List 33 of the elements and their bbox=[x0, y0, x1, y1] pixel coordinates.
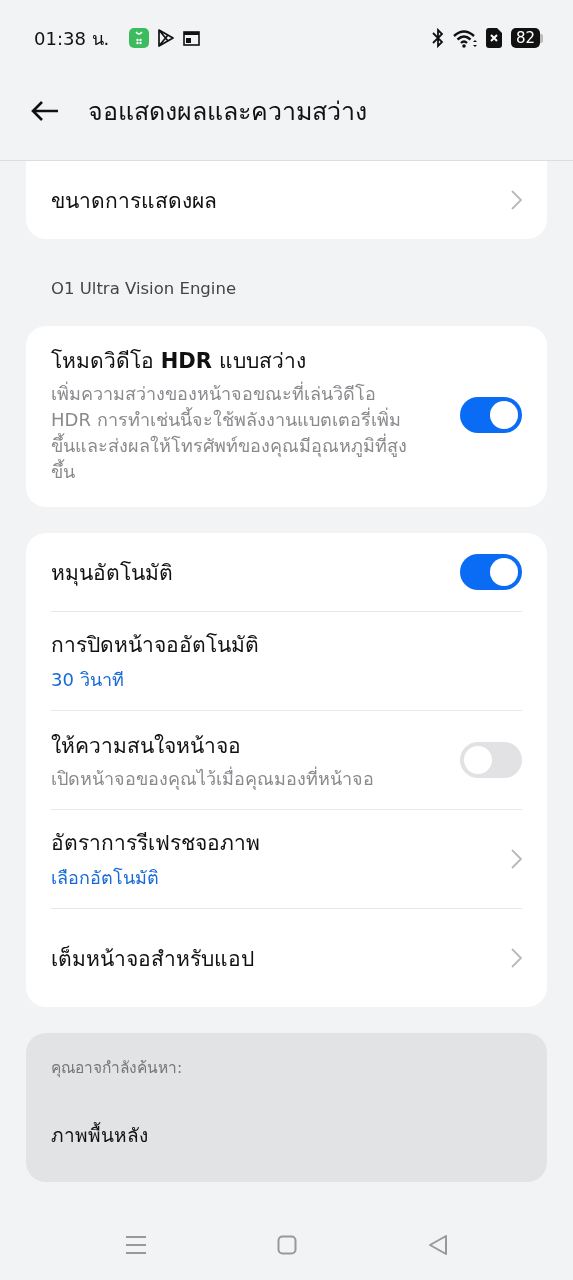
setting-description: เพิ่มความสว่างของหน้าจอขณะที่เล่นวิดีโอ HDR การทำเช่นนี้จะใช้พลังงานแบตเตอรี่เพิ่มขึ้นและส่งผลให้โทรศัพท์ของคุณมีอุณหภูมิที่สูงขึ้น bbox=[51, 381, 408, 485]
toggle-switch[interactable] bbox=[460, 742, 522, 779]
setting-title[interactable]: หมุนอัตโนมัติ bbox=[51, 555, 442, 589]
suggestions-heading: คุณอาจกำลังค้นหา: bbox=[51, 1058, 184, 1080]
menu-icon[interactable] bbox=[125, 1235, 148, 1255]
play-store-icon bbox=[157, 29, 176, 47]
battery-icon: 82 bbox=[510, 28, 543, 48]
toggle-switch[interactable] bbox=[460, 396, 522, 433]
page-title: จอแสดงผลและความสว่าง bbox=[88, 95, 367, 128]
setting-description: เปิดหน้าจอของคุณไว้เมื่อคุณมองที่หน้าจอ bbox=[51, 765, 375, 792]
chevron-right-icon bbox=[511, 948, 522, 969]
setting-title[interactable]: เต็มหน้าจอสำหรับแอป bbox=[51, 941, 493, 975]
shopping-bag-icon bbox=[129, 28, 150, 48]
setting-title[interactable]: การปิดหน้าจออัตโนมัติ bbox=[51, 628, 522, 662]
calendar-icon bbox=[183, 30, 201, 46]
setting-value: เลือกอัตโนมัติ bbox=[51, 866, 160, 891]
suggestion-item[interactable]: ภาพพื้นหลัง bbox=[51, 1080, 522, 1165]
bluetooth-icon bbox=[431, 28, 444, 48]
wifi-icon bbox=[452, 28, 477, 48]
back-button[interactable] bbox=[30, 99, 60, 122]
setting-title[interactable]: ให้ความสนใจหน้าจอ bbox=[51, 728, 442, 762]
setting-value: 30 วินาที bbox=[51, 668, 125, 693]
setting-title[interactable]: อัตราการรีเฟรชจอภาพ bbox=[51, 826, 493, 860]
clock-time: 01:38 น. bbox=[34, 26, 110, 51]
no-sim-icon bbox=[485, 28, 502, 48]
toggle-switch[interactable] bbox=[460, 554, 522, 591]
chevron-right-icon bbox=[511, 849, 522, 870]
section-heading: O1 Ultra Vision Engine bbox=[50, 279, 238, 298]
back-icon[interactable] bbox=[427, 1234, 448, 1256]
setting-title[interactable]: ขนาดการแสดงผล bbox=[51, 183, 493, 217]
home-icon[interactable] bbox=[277, 1235, 298, 1255]
setting-title[interactable]: โหมดวิดีโอ HDR แบบสว่าง bbox=[51, 344, 412, 377]
chevron-right-icon bbox=[511, 190, 522, 210]
